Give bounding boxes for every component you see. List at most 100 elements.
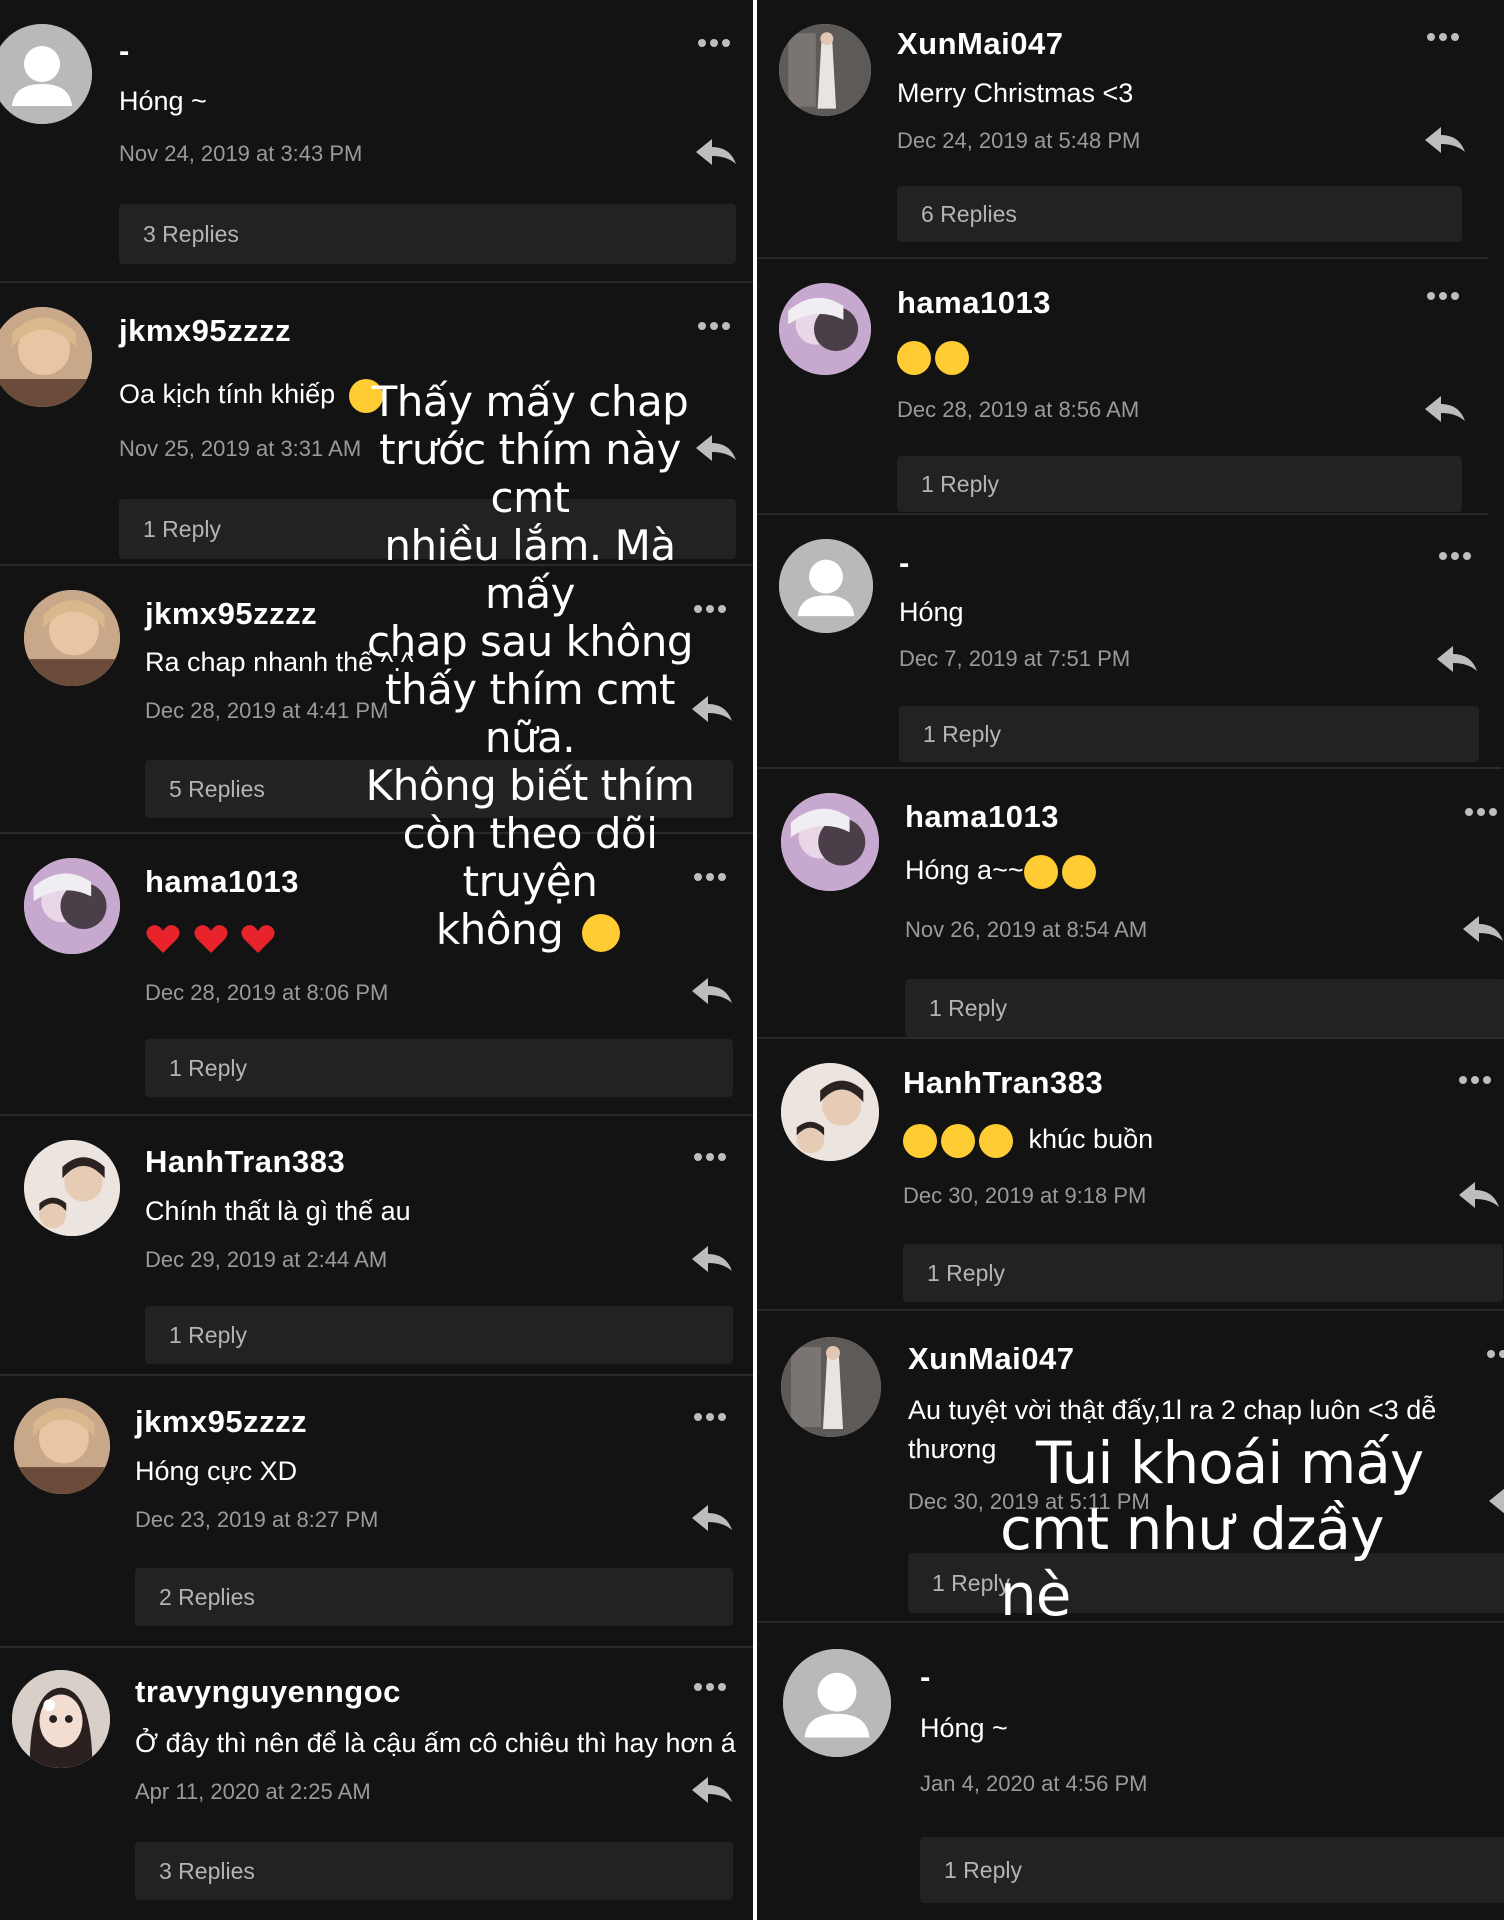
more-options-icon[interactable] [694,1148,738,1162]
more-options-icon[interactable] [698,34,742,48]
overlay-line: chap sau không [367,617,693,666]
comment-username[interactable]: HanhTran383 [145,1144,345,1180]
overlay-line: không [435,905,564,954]
reply-arrow-icon[interactable] [690,975,734,1007]
comment-username[interactable]: jkmx95zzzz [135,1404,307,1440]
avatar[interactable] [24,1140,120,1236]
reply-arrow-icon[interactable] [1423,124,1467,156]
avatar[interactable] [783,1649,891,1757]
replies-button[interactable]: 1 Reply [920,1837,1504,1903]
replies-button[interactable]: 1 Reply [903,1244,1503,1302]
replies-button[interactable]: 3 Replies [119,204,736,264]
user-photo-avatar [781,793,879,891]
more-options-icon[interactable] [698,317,742,331]
more-options-icon[interactable] [694,1408,738,1422]
comment-username[interactable]: - [899,545,910,581]
crying-emoji-icon [941,1124,975,1158]
comment-item: HanhTran383 Chính thất là gì thế au Dec … [0,1116,753,1376]
user-photo-avatar [779,24,871,116]
reply-arrow-icon[interactable] [690,1502,734,1534]
more-options-icon[interactable] [1487,1345,1504,1359]
user-photo-avatar [24,1140,120,1236]
user-photo-avatar [24,590,120,686]
avatar[interactable] [24,590,120,686]
comment-item: - Hóng Dec 7, 2019 at 7:51 PM 1 Reply [757,515,1502,769]
comment-username[interactable]: jkmx95zzzz [119,313,291,349]
user-photo-avatar [24,858,120,954]
more-options-icon[interactable] [694,1678,738,1692]
reply-arrow-icon[interactable] [1461,913,1504,945]
replies-button[interactable]: 3 Replies [135,1842,733,1900]
overlay-note: Tui khoái mấy cmt như dzầy nè [1000,1430,1460,1628]
comment-text: Hóng cực XD [135,1456,298,1486]
comment-date: Jan 4, 2020 at 4:56 PM [920,1771,1148,1796]
replies-button[interactable]: 2 Replies [135,1568,733,1626]
avatar[interactable] [779,283,871,375]
reply-arrow-icon[interactable] [690,1243,734,1275]
avatar[interactable] [14,1398,110,1494]
reply-arrow-icon[interactable] [1435,643,1479,675]
avatar[interactable] [781,793,879,891]
comment-item: HanhTran383 khúc buồn Dec 30, 2019 at 9:… [757,1039,1504,1311]
avatar[interactable] [781,1337,881,1437]
comment-text: Hóng ~ [119,86,207,116]
comment-username[interactable]: HanhTran383 [903,1065,1103,1101]
more-options-icon[interactable] [1427,28,1471,42]
replies-button[interactable]: 1 Reply [145,1306,733,1364]
reply-arrow-icon[interactable] [1457,1179,1501,1211]
comment-username[interactable]: XunMai047 [897,26,1063,62]
overlay-line: nhiều lắm. Mà mấy [384,521,676,618]
overlay-line: cmt như dzầy nè [1000,1495,1384,1629]
comment-text [897,341,973,375]
comment-username[interactable]: travynguyenngoc [135,1674,401,1710]
comment-date: Nov 26, 2019 at 8:54 AM [905,917,1148,942]
comment-username[interactable]: - [920,1659,931,1695]
user-photo-avatar [779,283,871,375]
user-photo-avatar [781,1337,881,1437]
avatar[interactable] [779,24,871,116]
replies-button[interactable]: 6 Replies [897,186,1462,242]
avatar[interactable] [0,24,92,124]
replies-button[interactable]: 1 Reply [897,456,1462,512]
page: { "left": [ {"username":"-","text":"Hóng… [0,0,1504,1920]
crying-emoji-icon [979,1124,1013,1158]
more-options-icon[interactable] [1465,803,1504,817]
comment-username[interactable]: - [119,33,130,69]
more-options-icon[interactable] [1439,547,1483,561]
comment-text-content: Oa kịch tính khiếp [119,379,336,410]
comment-item: hama1013 Hóng a~~ Nov 26, 2019 at 8:54 A… [757,769,1504,1039]
comment-username[interactable]: hama1013 [145,864,299,900]
overlay-line: thấy thím cmt nữa. [384,665,676,762]
more-options-icon[interactable] [1427,287,1471,301]
comment-item: XunMai047 Merry Christmas <3 Dec 24, 201… [757,0,1488,259]
more-options-icon[interactable] [1459,1071,1503,1085]
replies-button[interactable]: 1 Reply [905,979,1504,1037]
avatar[interactable] [12,1670,110,1768]
comment-username[interactable]: XunMai047 [908,1341,1074,1377]
comment-text: Chính thất là gì thế au [145,1196,411,1226]
comment-date: Nov 24, 2019 at 3:43 PM [119,141,363,166]
avatar[interactable] [779,539,873,633]
comment-item: - Hóng ~ Nov 24, 2019 at 3:43 PM 3 Repli… [0,0,753,283]
overlay-line: còn theo dõi truyện [402,809,658,906]
avatar[interactable] [0,307,92,407]
reply-arrow-icon[interactable] [690,1774,734,1806]
comment-username[interactable]: hama1013 [897,285,1051,321]
avatar[interactable] [24,858,120,954]
avatar[interactable] [781,1063,879,1161]
reply-arrow-icon[interactable] [694,136,738,168]
comment-item: jkmx95zzzz Hóng cực XD Dec 23, 2019 at 8… [0,1376,753,1648]
comment-username[interactable]: jkmx95zzzz [145,596,317,632]
user-photo-avatar [12,1670,110,1768]
heart-icon [146,925,180,953]
reply-arrow-icon[interactable] [1487,1485,1504,1517]
comment-text: Oa kịch tính khiếp [119,379,387,413]
replies-button[interactable]: 1 Reply [145,1039,733,1097]
comment-text: Ở đây thì nên để là cậu ấm cô chiêu thì … [135,1728,736,1758]
comment-username[interactable]: hama1013 [905,799,1059,835]
comment-date: Apr 11, 2020 at 2:25 AM [135,1779,371,1804]
reply-arrow-icon[interactable] [1423,393,1467,425]
replies-button[interactable]: 1 Reply [899,706,1479,762]
user-photo-avatar [781,1063,879,1161]
comment-text: khúc buồn [903,1124,1153,1158]
